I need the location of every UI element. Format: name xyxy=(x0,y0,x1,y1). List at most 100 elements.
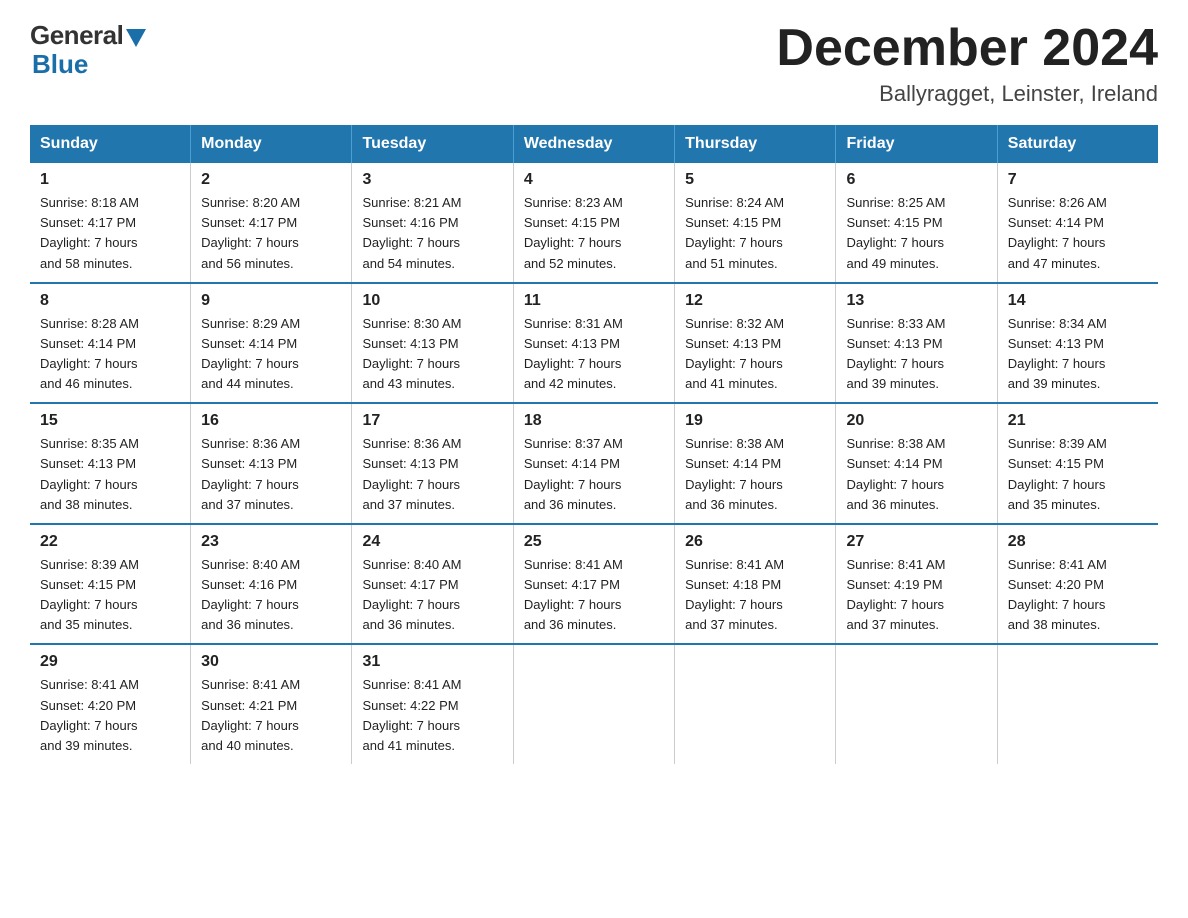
day-info: Sunrise: 8:24 AM Sunset: 4:15 PM Dayligh… xyxy=(685,193,825,274)
weekday-header: Tuesday xyxy=(352,125,513,163)
day-info: Sunrise: 8:41 AM Sunset: 4:19 PM Dayligh… xyxy=(846,555,986,636)
logo: General Blue xyxy=(30,20,146,80)
day-number: 8 xyxy=(40,292,180,310)
calendar-cell: 12Sunrise: 8:32 AM Sunset: 4:13 PM Dayli… xyxy=(675,283,836,404)
calendar-cell: 25Sunrise: 8:41 AM Sunset: 4:17 PM Dayli… xyxy=(513,524,674,645)
day-number: 9 xyxy=(201,292,341,310)
calendar-cell: 27 Sunrise: 8:41 AM Sunset: 4:19 PM Dayli… xyxy=(836,524,997,645)
calendar-cell: 2 Sunrise: 8:20 AM Sunset: 4:17 PM Daylig… xyxy=(191,163,352,283)
weekday-header: Monday xyxy=(191,125,352,163)
calendar-cell: 14 Sunrise: 8:34 AM Sunset: 4:13 PM Dayli… xyxy=(997,283,1158,404)
calendar-week-row: 8 Sunrise: 8:28 AM Sunset: 4:14 PM Daylig… xyxy=(30,283,1158,404)
calendar-cell: 26 Sunrise: 8:41 AM Sunset: 4:18 PM Dayli… xyxy=(675,524,836,645)
day-number: 29 xyxy=(40,653,180,671)
calendar-cell: 7Sunrise: 8:26 AM Sunset: 4:14 PM Daylig… xyxy=(997,163,1158,283)
logo-general-text: General xyxy=(30,20,123,51)
weekday-header: Wednesday xyxy=(513,125,674,163)
calendar-cell: 5 Sunrise: 8:24 AM Sunset: 4:15 PM Daylig… xyxy=(675,163,836,283)
calendar-cell: 9 Sunrise: 8:29 AM Sunset: 4:14 PM Daylig… xyxy=(191,283,352,404)
day-info: Sunrise: 8:18 AM Sunset: 4:17 PM Dayligh… xyxy=(40,193,180,274)
calendar-table: SundayMondayTuesdayWednesdayThursdayFrid… xyxy=(30,125,1158,764)
day-info: Sunrise: 8:36 AM Sunset: 4:13 PM Dayligh… xyxy=(201,434,341,515)
day-number: 2 xyxy=(201,171,341,189)
day-number: 4 xyxy=(524,171,664,189)
day-number: 16 xyxy=(201,412,341,430)
day-info: Sunrise: 8:39 AM Sunset: 4:15 PM Dayligh… xyxy=(40,555,180,636)
calendar-cell: 22 Sunrise: 8:39 AM Sunset: 4:15 PM Dayli… xyxy=(30,524,191,645)
day-info: Sunrise: 8:41 AM Sunset: 4:20 PM Dayligh… xyxy=(1008,555,1148,636)
weekday-header: Friday xyxy=(836,125,997,163)
calendar-header-row: SundayMondayTuesdayWednesdayThursdayFrid… xyxy=(30,125,1158,163)
calendar-cell: 19 Sunrise: 8:38 AM Sunset: 4:14 PM Dayli… xyxy=(675,403,836,524)
calendar-week-row: 1 Sunrise: 8:18 AM Sunset: 4:17 PM Daylig… xyxy=(30,163,1158,283)
day-info: Sunrise: 8:30 AM Sunset: 4:13 PM Dayligh… xyxy=(362,314,502,395)
day-info: Sunrise: 8:35 AM Sunset: 4:13 PM Dayligh… xyxy=(40,434,180,515)
day-info: Sunrise: 8:40 AM Sunset: 4:16 PM Dayligh… xyxy=(201,555,341,636)
calendar-cell: 28 Sunrise: 8:41 AM Sunset: 4:20 PM Dayli… xyxy=(997,524,1158,645)
day-number: 22 xyxy=(40,533,180,551)
title-block: December 2024 Ballyragget, Leinster, Ire… xyxy=(776,20,1158,107)
day-number: 11 xyxy=(524,292,664,310)
calendar-cell: 13 Sunrise: 8:33 AM Sunset: 4:13 PM Dayli… xyxy=(836,283,997,404)
day-info: Sunrise: 8:31 AM Sunset: 4:13 PM Dayligh… xyxy=(524,314,664,395)
day-info: Sunrise: 8:28 AM Sunset: 4:14 PM Dayligh… xyxy=(40,314,180,395)
day-number: 27 xyxy=(846,533,986,551)
day-number: 17 xyxy=(362,412,502,430)
calendar-cell: 18 Sunrise: 8:37 AM Sunset: 4:14 PM Dayli… xyxy=(513,403,674,524)
day-info: Sunrise: 8:33 AM Sunset: 4:13 PM Dayligh… xyxy=(846,314,986,395)
day-info: Sunrise: 8:36 AM Sunset: 4:13 PM Dayligh… xyxy=(362,434,502,515)
day-number: 1 xyxy=(40,171,180,189)
calendar-cell: 17 Sunrise: 8:36 AM Sunset: 4:13 PM Dayli… xyxy=(352,403,513,524)
day-number: 31 xyxy=(362,653,502,671)
day-info: Sunrise: 8:37 AM Sunset: 4:14 PM Dayligh… xyxy=(524,434,664,515)
day-info: Sunrise: 8:21 AM Sunset: 4:16 PM Dayligh… xyxy=(362,193,502,274)
calendar-cell: 16 Sunrise: 8:36 AM Sunset: 4:13 PM Dayli… xyxy=(191,403,352,524)
day-info: Sunrise: 8:38 AM Sunset: 4:14 PM Dayligh… xyxy=(846,434,986,515)
day-info: Sunrise: 8:40 AM Sunset: 4:17 PM Dayligh… xyxy=(362,555,502,636)
calendar-cell: 4 Sunrise: 8:23 AM Sunset: 4:15 PM Daylig… xyxy=(513,163,674,283)
day-number: 28 xyxy=(1008,533,1148,551)
calendar-week-row: 29 Sunrise: 8:41 AM Sunset: 4:20 PM Dayli… xyxy=(30,644,1158,764)
calendar-week-row: 15 Sunrise: 8:35 AM Sunset: 4:13 PM Dayli… xyxy=(30,403,1158,524)
day-number: 18 xyxy=(524,412,664,430)
day-number: 26 xyxy=(685,533,825,551)
calendar-cell: 20 Sunrise: 8:38 AM Sunset: 4:14 PM Dayli… xyxy=(836,403,997,524)
day-number: 30 xyxy=(201,653,341,671)
day-info: Sunrise: 8:29 AM Sunset: 4:14 PM Dayligh… xyxy=(201,314,341,395)
subtitle: Ballyragget, Leinster, Ireland xyxy=(776,81,1158,107)
day-number: 5 xyxy=(685,171,825,189)
weekday-header: Saturday xyxy=(997,125,1158,163)
calendar-cell: 23Sunrise: 8:40 AM Sunset: 4:16 PM Dayli… xyxy=(191,524,352,645)
calendar-cell: 31 Sunrise: 8:41 AM Sunset: 4:22 PM Dayli… xyxy=(352,644,513,764)
calendar-cell: 11 Sunrise: 8:31 AM Sunset: 4:13 PM Dayli… xyxy=(513,283,674,404)
day-number: 24 xyxy=(362,533,502,551)
day-info: Sunrise: 8:20 AM Sunset: 4:17 PM Dayligh… xyxy=(201,193,341,274)
day-info: Sunrise: 8:34 AM Sunset: 4:13 PM Dayligh… xyxy=(1008,314,1148,395)
day-info: Sunrise: 8:26 AM Sunset: 4:14 PM Dayligh… xyxy=(1008,193,1148,274)
day-number: 14 xyxy=(1008,292,1148,310)
main-title: December 2024 xyxy=(776,20,1158,77)
day-info: Sunrise: 8:38 AM Sunset: 4:14 PM Dayligh… xyxy=(685,434,825,515)
day-info: Sunrise: 8:41 AM Sunset: 4:20 PM Dayligh… xyxy=(40,675,180,756)
day-info: Sunrise: 8:32 AM Sunset: 4:13 PM Dayligh… xyxy=(685,314,825,395)
day-number: 19 xyxy=(685,412,825,430)
day-number: 3 xyxy=(362,171,502,189)
day-number: 13 xyxy=(846,292,986,310)
day-info: Sunrise: 8:23 AM Sunset: 4:15 PM Dayligh… xyxy=(524,193,664,274)
weekday-header: Sunday xyxy=(30,125,191,163)
calendar-cell: 24 Sunrise: 8:40 AM Sunset: 4:17 PM Dayli… xyxy=(352,524,513,645)
day-number: 10 xyxy=(362,292,502,310)
calendar-cell: 6 Sunrise: 8:25 AM Sunset: 4:15 PM Daylig… xyxy=(836,163,997,283)
calendar-cell: 15 Sunrise: 8:35 AM Sunset: 4:13 PM Dayli… xyxy=(30,403,191,524)
day-info: Sunrise: 8:41 AM Sunset: 4:22 PM Dayligh… xyxy=(362,675,502,756)
day-info: Sunrise: 8:41 AM Sunset: 4:18 PM Dayligh… xyxy=(685,555,825,636)
day-number: 6 xyxy=(846,171,986,189)
calendar-cell: 30Sunrise: 8:41 AM Sunset: 4:21 PM Dayli… xyxy=(191,644,352,764)
day-number: 20 xyxy=(846,412,986,430)
day-info: Sunrise: 8:25 AM Sunset: 4:15 PM Dayligh… xyxy=(846,193,986,274)
day-number: 15 xyxy=(40,412,180,430)
calendar-week-row: 22 Sunrise: 8:39 AM Sunset: 4:15 PM Dayli… xyxy=(30,524,1158,645)
calendar-cell xyxy=(836,644,997,764)
calendar-cell xyxy=(997,644,1158,764)
logo-arrow-icon xyxy=(126,29,146,47)
